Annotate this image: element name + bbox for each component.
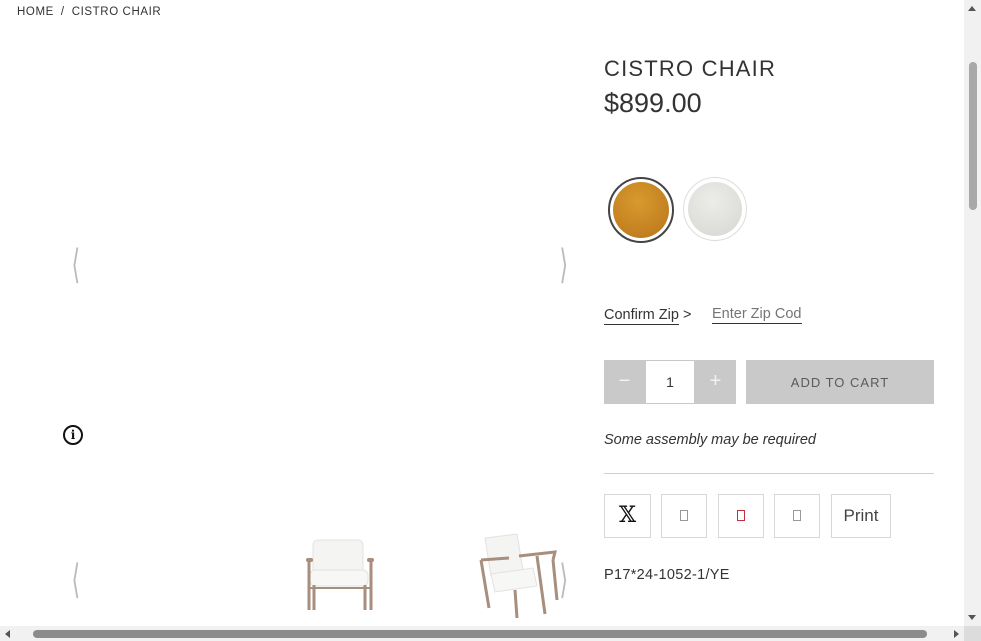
breadcrumb: HOME / CISTRO CHAIR	[17, 6, 161, 18]
x-icon: 𝕏	[618, 503, 637, 528]
share-pinterest-button[interactable]	[718, 494, 764, 538]
color-swatch-white[interactable]	[683, 177, 747, 241]
add-to-cart-button[interactable]: ADD TO CART	[746, 360, 934, 404]
confirm-zip-arrow: >	[682, 307, 692, 323]
gallery-prev-arrow-icon[interactable]: ⟨	[72, 245, 81, 285]
thumbnail-chair-angle[interactable]	[475, 530, 565, 620]
horizontal-scrollbar-thumb[interactable]	[33, 630, 927, 638]
info-icon[interactable]: i	[63, 425, 83, 445]
divider	[604, 473, 934, 474]
thumbnail-next-arrow-icon[interactable]: ⟩	[560, 560, 569, 600]
facebook-icon	[680, 510, 688, 522]
zip-code-input[interactable]	[712, 306, 802, 324]
product-title: CISTRO CHAIR	[604, 56, 777, 81]
swatch-white-fill	[688, 182, 742, 236]
print-button[interactable]: Print	[831, 494, 891, 538]
scroll-down-arrow-icon[interactable]	[968, 615, 976, 620]
quantity-decrement-button[interactable]: −	[604, 360, 645, 404]
swatch-gold-fill	[613, 182, 669, 238]
scroll-right-arrow-icon[interactable]	[954, 630, 959, 638]
confirm-zip-link[interactable]: Confirm Zip	[604, 307, 679, 325]
vertical-scrollbar-thumb[interactable]	[969, 62, 977, 210]
product-price: $899.00	[604, 88, 702, 118]
assembly-note: Some assembly may be required	[604, 432, 816, 448]
breadcrumb-home-link[interactable]: HOME	[17, 6, 54, 18]
thumbnail-prev-arrow-icon[interactable]: ⟨	[72, 560, 81, 600]
horizontal-scrollbar[interactable]	[0, 626, 964, 641]
zip-row: Confirm Zip >	[604, 306, 802, 325]
scrollbar-corner	[964, 626, 981, 641]
pinterest-icon	[737, 510, 745, 522]
breadcrumb-current[interactable]: CISTRO CHAIR	[72, 6, 162, 18]
color-swatch-gold[interactable]	[608, 177, 674, 243]
share-email-button[interactable]	[774, 494, 820, 538]
share-x-button[interactable]: 𝕏	[604, 494, 651, 538]
quantity-stepper: − +	[604, 360, 736, 404]
scroll-up-arrow-icon[interactable]	[968, 6, 976, 11]
quantity-increment-button[interactable]: +	[695, 360, 736, 404]
share-facebook-button[interactable]	[661, 494, 707, 538]
scroll-left-arrow-icon[interactable]	[5, 630, 10, 638]
gallery-next-arrow-icon[interactable]: ⟩	[560, 245, 569, 285]
quantity-input[interactable]	[646, 361, 694, 403]
vertical-scrollbar[interactable]	[964, 0, 981, 626]
email-icon	[793, 510, 801, 522]
product-sku: P17*24-1052-1/YE	[604, 567, 730, 583]
breadcrumb-separator: /	[60, 6, 65, 18]
thumbnail-chair-front[interactable]	[300, 530, 380, 615]
